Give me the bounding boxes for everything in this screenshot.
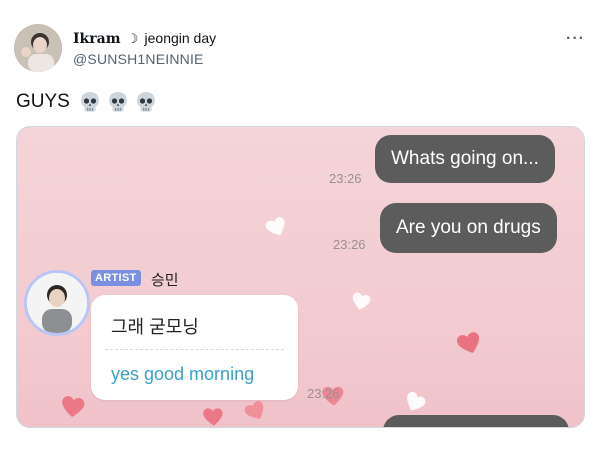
artist-message-bubble: 그래 굳모닝 yes good morning	[91, 295, 298, 400]
artist-badge: ARTIST	[91, 270, 141, 286]
display-name[interactable]: Ikram	[73, 31, 121, 47]
heart-decoration	[407, 391, 426, 411]
sent-message-text: Are you on drugs	[396, 217, 541, 238]
display-name-suffix: jeongin day	[144, 30, 217, 46]
author-name-row[interactable]: Ikram ☽ jeongin day	[73, 30, 216, 47]
emoji-group	[78, 90, 158, 114]
more-options-icon[interactable]: ···	[566, 30, 585, 48]
sent-message-text: Whats going on...	[391, 148, 539, 169]
message-timestamp: 23:26	[307, 386, 340, 401]
tweet-image[interactable]: Whats going on... 23:26 Are you on drugs…	[16, 126, 585, 428]
author-handle[interactable]: @SUNSH1NEINNIE	[73, 51, 204, 67]
message-timestamp: 23:26	[329, 171, 362, 186]
translation-divider	[105, 349, 284, 350]
artist-message-korean: 그래 굳모닝	[111, 317, 199, 337]
heart-decoration	[244, 401, 264, 419]
tweet-text: GUYS	[16, 91, 70, 112]
heart-decoration	[352, 292, 371, 310]
author-avatar[interactable]	[14, 24, 62, 72]
skull-icon	[81, 92, 99, 112]
moon-icon: ☽	[126, 31, 139, 46]
sent-message-bubble: Whats going on...	[375, 135, 555, 183]
skull-icon	[137, 92, 155, 112]
sent-message-bubble: Are you on drugs	[380, 203, 557, 253]
skull-icon	[109, 92, 127, 112]
heart-decoration	[203, 408, 223, 426]
heart-decoration	[456, 332, 480, 353]
message-timestamp: 23:26	[333, 237, 366, 252]
artist-avatar	[24, 270, 90, 336]
sent-message-bubble-partial	[383, 415, 569, 427]
artist-name: 승민	[151, 272, 179, 289]
heart-decoration	[265, 217, 285, 236]
heart-decoration	[62, 396, 85, 418]
artist-message-translation: yes good morning	[111, 364, 255, 384]
